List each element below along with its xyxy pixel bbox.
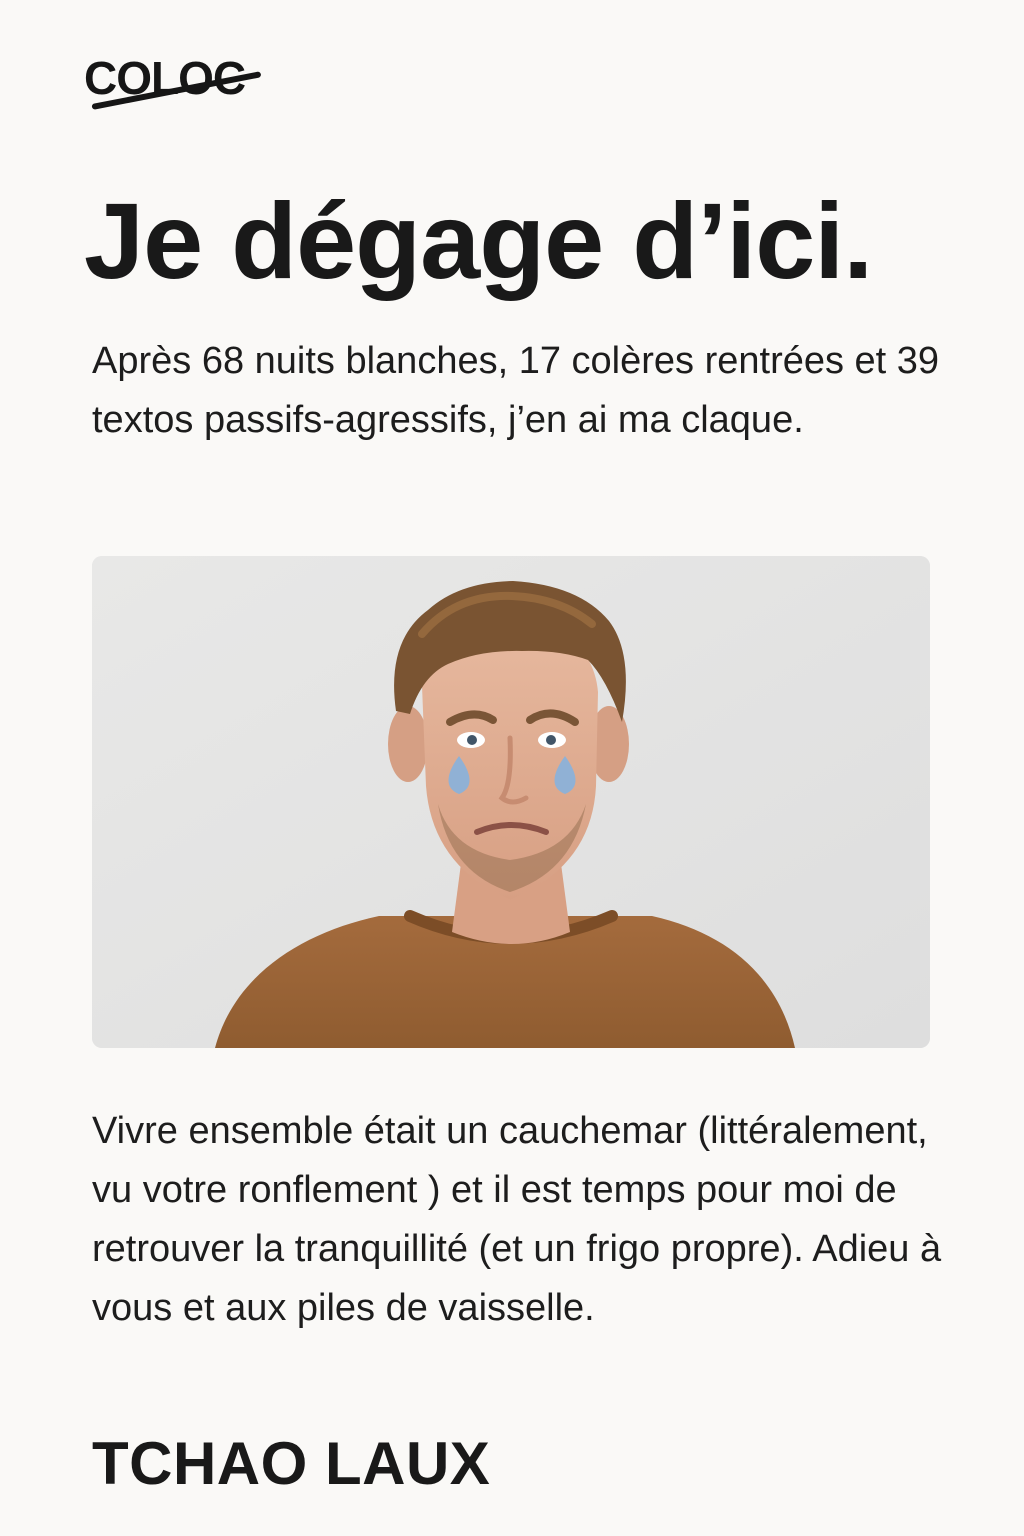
signoff-text: TCHAO LAUX xyxy=(92,1430,491,1497)
right-iris xyxy=(546,735,556,745)
farewell-paragraph: Vivre ensemble était un cauchemar (litté… xyxy=(92,1110,942,1329)
sad-man-illustration xyxy=(92,556,930,1048)
intro-paragraph: Après 68 nuits blanches, 17 colères rent… xyxy=(92,340,940,441)
coloc-logo: COLOC xyxy=(84,52,274,132)
left-iris xyxy=(467,735,477,745)
page-title: Je dégage d’ici. xyxy=(84,180,873,301)
left-ear xyxy=(388,706,428,782)
sad-roommate-photo xyxy=(92,556,930,1048)
